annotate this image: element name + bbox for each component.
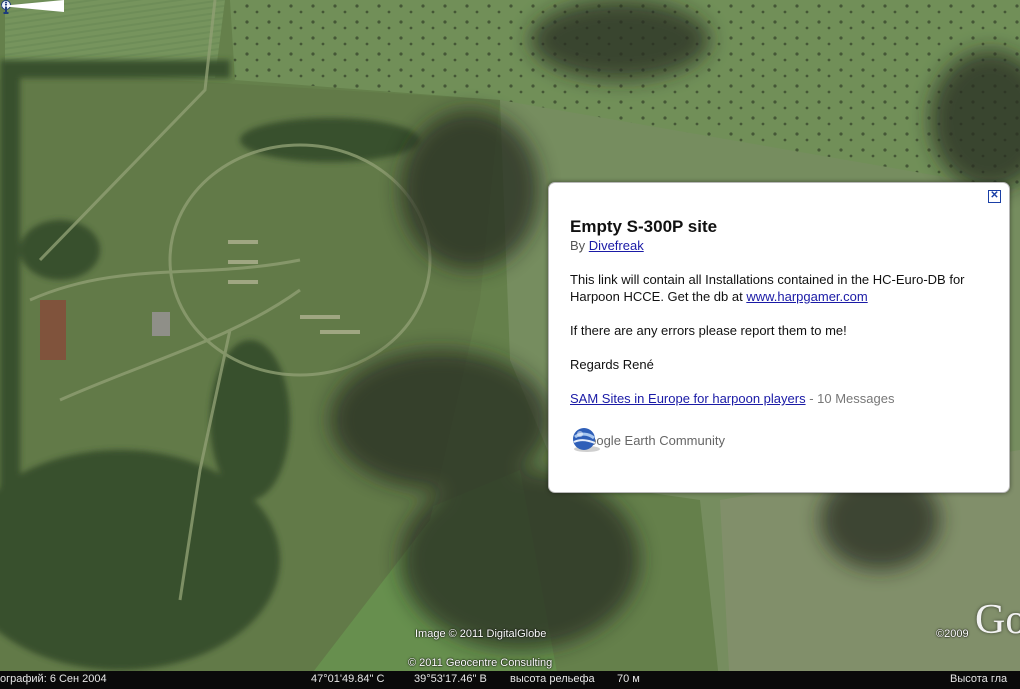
status-bar: ографий: 6 Сен 2004 47°01'49.84" С 39°53… xyxy=(0,671,1020,689)
copyright-year: ©2009 xyxy=(936,628,969,640)
balloon-pointer xyxy=(0,0,64,12)
image-credit: Image © 2011 DigitalGlobe xyxy=(415,628,547,640)
group-messages-count: - 10 Messages xyxy=(805,391,895,406)
eye-altitude-label: Высота гла xyxy=(950,673,1008,685)
elevation-value: 70 м xyxy=(617,673,640,685)
group-link[interactable]: SAM Sites in Europe for harpoon players xyxy=(570,391,806,406)
balloon-title: Empty S-300P site xyxy=(570,217,718,236)
balloon-description: This link will contain all Installations… xyxy=(570,271,990,305)
errors-line: If there are any errors please report th… xyxy=(570,323,847,338)
author-link[interactable]: Divefreak xyxy=(589,238,644,253)
latitude-readout: 47°01'49.84" С xyxy=(311,673,385,685)
elevation-label: высота рельефа xyxy=(510,673,595,685)
google-watermark: Go xyxy=(975,597,1020,643)
close-icon[interactable]: ✕ xyxy=(988,190,1001,203)
regards-line: Regards René xyxy=(570,357,654,372)
harpgamer-link[interactable]: www.harpgamer.com xyxy=(746,289,867,304)
satellite-map[interactable]: ✕ Empty S-300P site By Divefreak This li… xyxy=(0,0,1020,689)
longitude-readout: 39°53'17.46" В xyxy=(414,673,487,685)
community-footer: Google Earth Community xyxy=(571,427,725,453)
info-balloon: ✕ Empty S-300P site By Divefreak This li… xyxy=(548,182,1010,493)
group-line: SAM Sites in Europe for harpoon players … xyxy=(570,391,894,406)
by-label: By xyxy=(570,238,586,253)
balloon-byline: By Divefreak xyxy=(570,238,644,253)
data-credit: © 2011 Geocentre Consulting xyxy=(408,657,553,669)
imagery-date: ографий: 6 Сен 2004 xyxy=(0,673,107,685)
google-earth-globe-icon xyxy=(573,428,600,452)
